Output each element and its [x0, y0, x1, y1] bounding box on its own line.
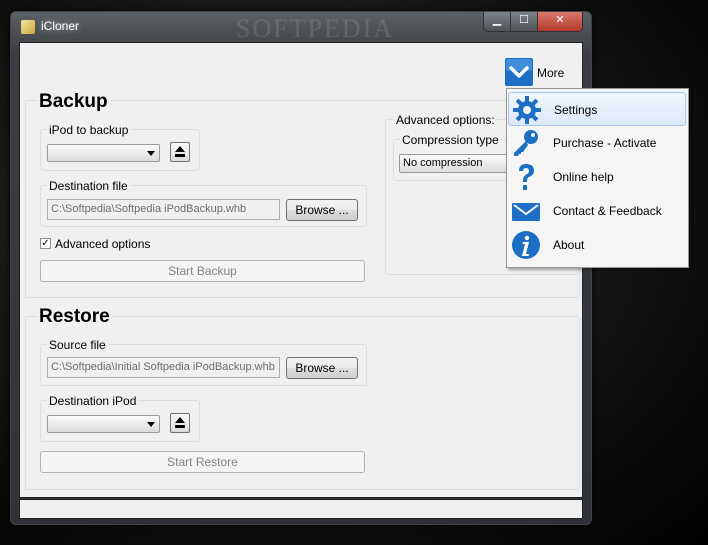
menu-item-label: Online help: [553, 170, 614, 184]
menu-item-label: Settings: [554, 103, 598, 117]
maximize-button[interactable]: ☐: [510, 12, 538, 32]
menu-item-label: Purchase - Activate: [553, 136, 657, 150]
chevron-down-icon: [505, 58, 533, 86]
ipod-to-backup-label: iPod to backup: [47, 123, 131, 137]
title-bar[interactable]: iCloner SOFTPEDIA ▁ ☐ ✕: [11, 12, 591, 43]
backup-browse-button[interactable]: Browse ...: [286, 199, 358, 221]
eject-icon: [175, 417, 185, 423]
start-restore-button[interactable]: Start Restore: [40, 451, 365, 473]
status-bar: [19, 499, 583, 519]
menu-item-label: Contact & Feedback: [553, 204, 662, 218]
restore-browse-button[interactable]: Browse ...: [286, 357, 358, 379]
compression-type-value: No compression: [403, 157, 483, 169]
key-icon: [514, 130, 538, 156]
info-icon: [512, 231, 540, 259]
question-icon: [519, 164, 534, 190]
title-watermark: SOFTPEDIA: [236, 14, 395, 43]
ipod-to-backup-select[interactable]: [47, 144, 160, 162]
advanced-options-title: Advanced options:: [394, 113, 497, 127]
source-file-field[interactable]: C:\Softpedia\Initial Softpedia iPodBacku…: [47, 357, 280, 378]
minimize-button[interactable]: ▁: [483, 12, 511, 32]
advanced-options-label[interactable]: Advanced options: [55, 237, 150, 251]
destination-ipod-select[interactable]: [47, 415, 160, 433]
menu-item-contact-feedback[interactable]: Contact & Feedback: [508, 194, 686, 228]
eject-icon: [175, 146, 185, 152]
backup-title: Backup: [37, 91, 110, 113]
more-button[interactable]: [505, 58, 533, 86]
eject-destination-ipod-button[interactable]: [170, 413, 190, 433]
restore-title: Restore: [37, 306, 112, 328]
compression-type-label: Compression type: [400, 133, 501, 147]
more-menu: Settings Purchase - Activate Online help…: [506, 88, 689, 268]
menu-item-purchase-activate[interactable]: Purchase - Activate: [508, 126, 686, 160]
chevron-down-icon: [147, 422, 155, 427]
menu-item-settings[interactable]: Settings: [508, 92, 686, 126]
eject-backup-ipod-button[interactable]: [170, 142, 190, 162]
destination-file-label: Destination file: [47, 179, 130, 193]
window-title: iCloner: [41, 19, 80, 33]
more-label[interactable]: More: [537, 66, 564, 80]
close-button[interactable]: ✕: [537, 12, 583, 32]
app-icon: [21, 20, 35, 34]
chevron-down-icon: [147, 151, 155, 156]
source-file-label: Source file: [47, 338, 108, 352]
start-backup-button[interactable]: Start Backup: [40, 260, 365, 282]
envelope-icon: [512, 203, 540, 221]
menu-item-label: About: [553, 238, 585, 252]
menu-item-about[interactable]: About: [508, 228, 686, 262]
advanced-options-checkbox[interactable]: ✓: [40, 238, 51, 249]
destination-ipod-label: Destination iPod: [47, 394, 139, 408]
gear-icon: [513, 96, 541, 124]
menu-item-online-help[interactable]: Online help: [508, 160, 686, 194]
destination-file-field[interactable]: C:\Softpedia\Softpedia iPodBackup.whb: [47, 199, 280, 220]
